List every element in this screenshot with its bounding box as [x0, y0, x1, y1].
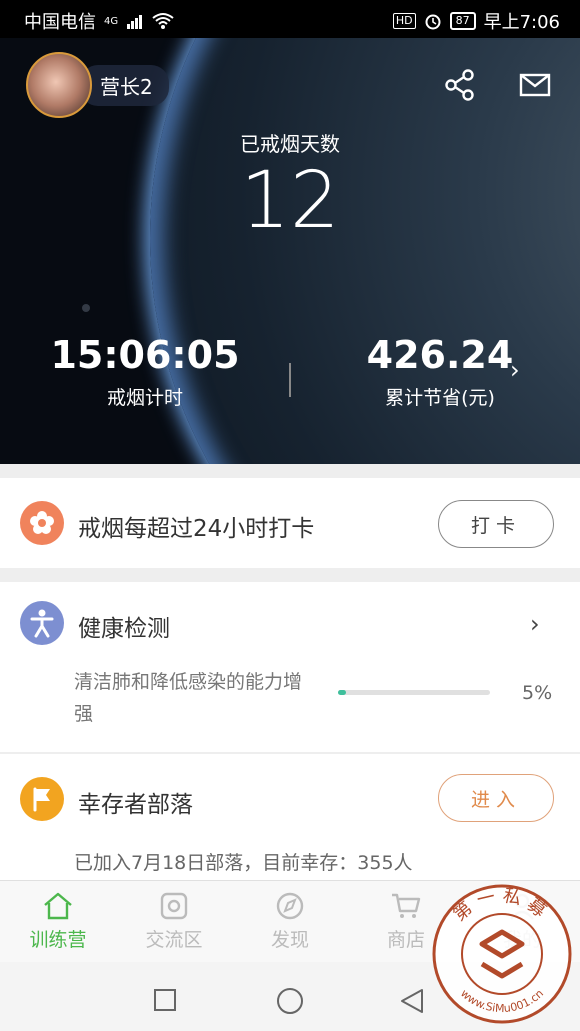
- tab-label: 交流区: [145, 929, 203, 951]
- camera-icon: [160, 892, 188, 920]
- username[interactable]: 营长2: [80, 64, 169, 106]
- health-progress-percent: 5%: [522, 682, 553, 704]
- money-saved[interactable]: 426.24 累计节省(元): [360, 333, 520, 410]
- health-title: 健康检测: [78, 616, 170, 642]
- checkin-title: 戒烟每超过24小时打卡: [78, 516, 315, 542]
- tab-discover[interactable]: 发现: [240, 891, 340, 952]
- timer-value: 15:06:05: [50, 333, 240, 377]
- profile-chip[interactable]: 营长2: [26, 52, 169, 118]
- checkin-card: 戒烟每超过24小时打卡 打卡: [0, 478, 580, 568]
- saved-label: 累计节省(元): [385, 387, 495, 409]
- share-icon[interactable]: [443, 68, 477, 102]
- hero-banner: 营长2 已戒烟天数 12 15:06:05 戒烟计时 426.24 累计节省(元…: [0, 38, 580, 464]
- health-progress-fill: [338, 690, 346, 695]
- home-circle-icon[interactable]: [276, 987, 304, 1015]
- avatar[interactable]: [26, 52, 92, 118]
- tab-label: 发现: [270, 929, 309, 951]
- battery-indicator: 87: [449, 12, 476, 30]
- clock-text: 早上7:06: [483, 12, 560, 33]
- stats-divider: [289, 363, 291, 397]
- tribe-card: 幸存者部落 进入 已加入7月18日部落，目前幸存：355人: [0, 754, 580, 880]
- chevron-right-icon[interactable]: ›: [510, 356, 520, 384]
- enter-button[interactable]: 进入: [438, 774, 554, 822]
- wifi-icon: [152, 13, 174, 29]
- status-bar: 中国电信 4G HD 87 早上7:06: [0, 0, 580, 38]
- health-card[interactable]: 健康检测 › 清洁肺和降低感染的能力增强 5%: [0, 582, 580, 752]
- tab-training-camp[interactable]: 训练营: [8, 891, 108, 952]
- tribe-description: 已加入7月18日部落，目前幸存：355人: [74, 852, 413, 874]
- home-icon: [44, 892, 72, 920]
- person-icon: [20, 601, 64, 645]
- hd-badge: HD: [392, 13, 416, 29]
- tab-label: 训练营: [29, 929, 87, 951]
- recent-apps-icon[interactable]: [153, 988, 177, 1012]
- watermark-stamp: 第一私募 www.SiMu001.cn: [432, 884, 572, 1024]
- flower-icon: [20, 501, 64, 545]
- flag-icon: [20, 777, 64, 821]
- back-icon[interactable]: [398, 987, 426, 1015]
- days-count: 12: [240, 156, 340, 246]
- days-label: 已戒烟天数: [240, 132, 340, 156]
- compass-icon: [276, 892, 304, 920]
- moon-dot: [82, 304, 90, 312]
- cart-icon: [392, 893, 421, 918]
- chevron-right-icon[interactable]: ›: [530, 610, 540, 638]
- alarm-icon: [425, 14, 441, 30]
- health-progress-bar: [338, 690, 490, 695]
- checkin-button[interactable]: 打卡: [438, 500, 554, 548]
- signal-icon: [127, 15, 143, 29]
- mail-icon[interactable]: [518, 68, 552, 102]
- tab-community[interactable]: 交流区: [124, 891, 224, 952]
- network-type: 4G: [104, 15, 119, 27]
- saved-value: 426.24: [366, 333, 514, 377]
- health-description: 清洁肺和降低感染的能力增强: [74, 671, 303, 725]
- tribe-title: 幸存者部落: [78, 792, 193, 818]
- carrier-text: 中国电信: [24, 12, 96, 33]
- tab-label: 商店: [386, 929, 425, 951]
- timer-label: 戒烟计时: [106, 387, 183, 409]
- quit-timer: 15:06:05 戒烟计时: [50, 333, 240, 410]
